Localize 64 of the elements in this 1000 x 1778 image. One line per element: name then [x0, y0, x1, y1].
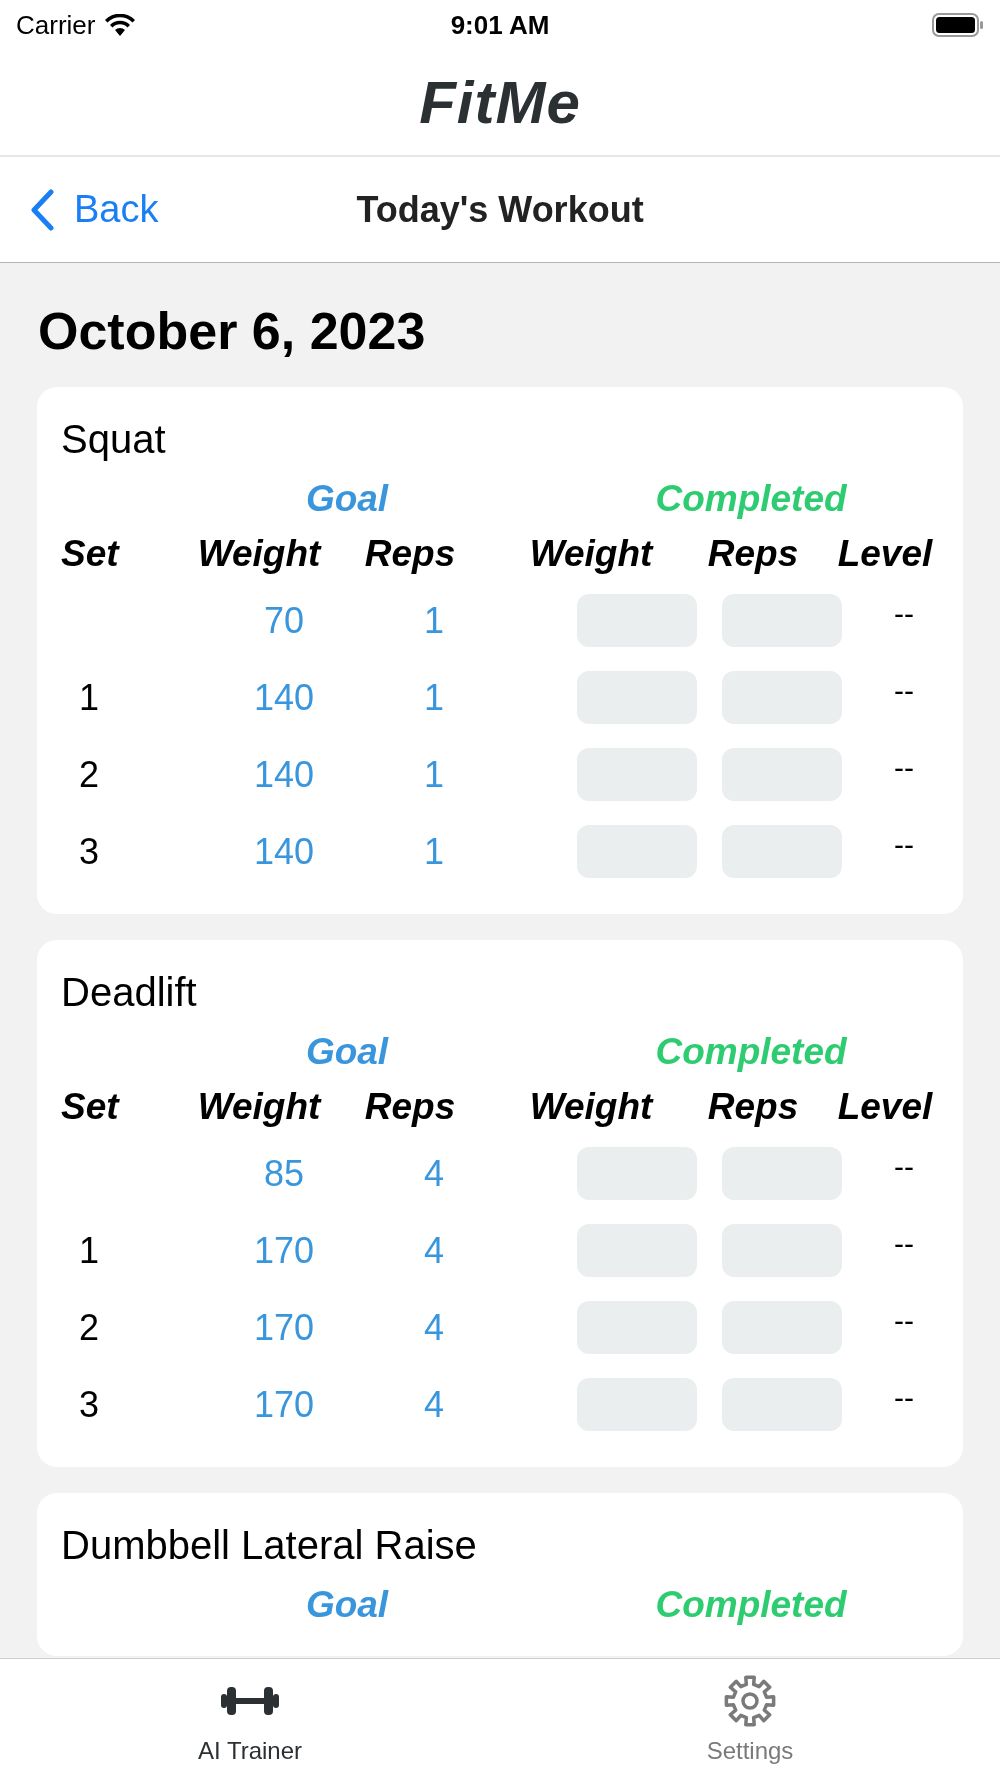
level-value: --: [894, 673, 914, 708]
battery-icon: [932, 13, 984, 37]
column-header: Set: [61, 532, 119, 576]
column-header: Weight: [529, 532, 653, 576]
level-value: --: [894, 1380, 914, 1415]
level-value: --: [894, 1149, 914, 1184]
tab-item[interactable]: AI Trainer: [0, 1659, 500, 1778]
column-header: Reps: [707, 532, 799, 576]
goal-weight: 140: [253, 753, 315, 797]
goal-weight: 85: [263, 1152, 304, 1196]
set-number: 1: [79, 1229, 100, 1273]
column-header: Reps: [364, 1085, 456, 1129]
set-number: 1: [79, 676, 100, 720]
dumbbell-icon: [221, 1686, 279, 1716]
level-value: --: [894, 1303, 914, 1338]
goal-label: Goal: [305, 477, 389, 521]
goal-weight: 170: [253, 1229, 315, 1273]
completed-label: Completed: [655, 477, 847, 521]
goal-reps: 4: [424, 1306, 444, 1350]
screen-title: Today's Workout: [356, 188, 644, 231]
column-header: Weight: [197, 532, 321, 576]
goal-label: Goal: [305, 1030, 389, 1074]
level-value: --: [894, 750, 914, 785]
level-value: --: [894, 596, 914, 631]
goal-weight: 140: [253, 830, 315, 874]
back-button[interactable]: Back: [30, 188, 159, 231]
tab-item[interactable]: Settings: [500, 1659, 1000, 1778]
exercise-name: Squat: [61, 417, 166, 462]
goal-reps: 4: [424, 1383, 444, 1427]
column-header: Weight: [197, 1085, 321, 1129]
goal-reps: 1: [424, 830, 444, 874]
goal-weight: 170: [253, 1306, 315, 1350]
exercise-name: Deadlift: [61, 970, 197, 1015]
column-header: Reps: [707, 1085, 799, 1129]
column-header: Level: [837, 1085, 933, 1129]
column-header: Reps: [364, 532, 456, 576]
level-value: --: [894, 1226, 914, 1261]
goal-label: Goal: [305, 1583, 389, 1627]
column-header: Level: [837, 532, 933, 576]
goal-reps: 4: [424, 1152, 444, 1196]
completed-label: Completed: [655, 1583, 847, 1627]
chevron-left-icon: [30, 188, 54, 231]
goal-weight: 140: [253, 676, 315, 720]
completed-label: Completed: [655, 1030, 847, 1074]
set-number: 2: [79, 753, 100, 797]
goal-weight: 170: [253, 1383, 315, 1427]
date-heading: October 6, 2023: [38, 301, 426, 361]
goal-reps: 1: [424, 599, 444, 643]
set-number: 2: [79, 1306, 100, 1350]
goal-weight: 70: [263, 599, 304, 643]
carrier-label: Carrier: [16, 9, 96, 41]
column-header: Set: [61, 1085, 119, 1129]
exercise-name: Dumbbell Lateral Raise: [61, 1523, 477, 1568]
app-logo: FitMe: [419, 68, 581, 137]
goal-reps: 1: [424, 753, 444, 797]
goal-reps: 1: [424, 676, 444, 720]
set-number: 3: [79, 830, 100, 874]
clock-time: 9:01 AM: [450, 9, 550, 41]
goal-reps: 4: [424, 1229, 444, 1273]
column-header: Weight: [529, 1085, 653, 1129]
settings-icon: [723, 1674, 777, 1728]
wifi-icon: [105, 14, 136, 36]
set-number: 3: [79, 1383, 100, 1427]
level-value: --: [894, 827, 914, 862]
